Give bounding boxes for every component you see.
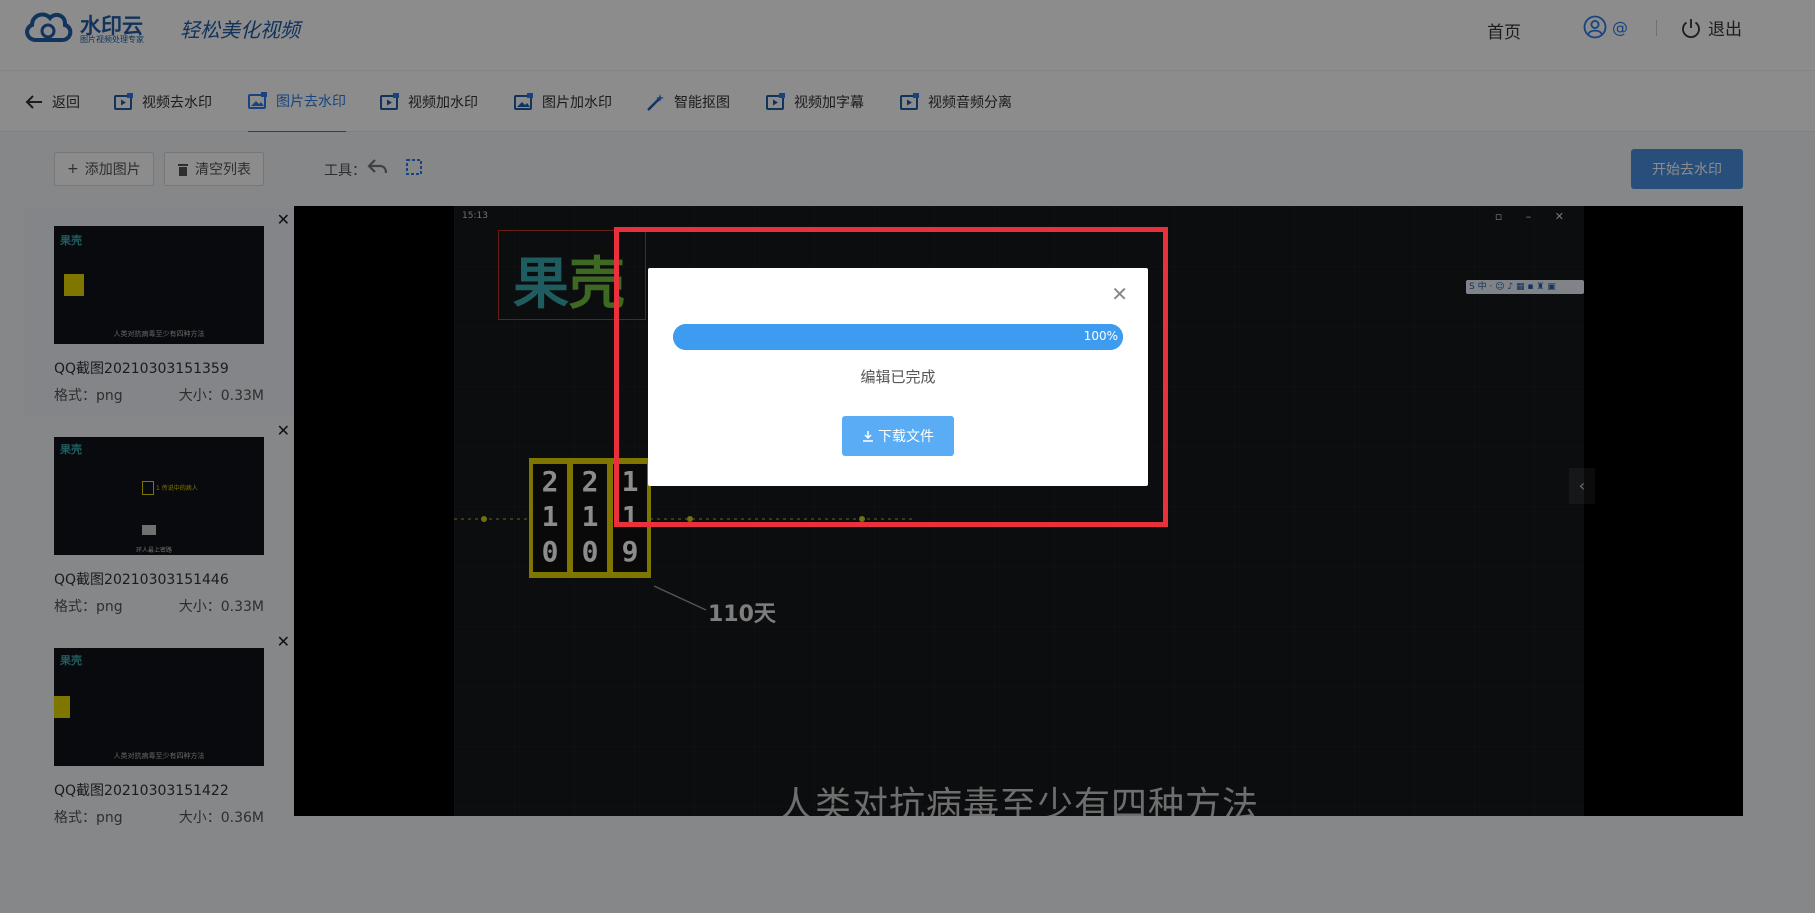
download-icon — [863, 431, 873, 442]
download-label: 下载文件 — [878, 429, 934, 445]
progress-bar: 100% — [673, 324, 1123, 350]
status-message: 编辑已完成 — [860, 368, 936, 386]
download-file-button[interactable]: 下载文件 — [842, 416, 954, 456]
progress-text: 100% — [1083, 329, 1118, 343]
progress-dialog: ✕ 100% 编辑已完成 下载文件 — [648, 268, 1148, 486]
progress-fill — [673, 324, 1123, 350]
close-icon[interactable]: ✕ — [1111, 282, 1128, 306]
